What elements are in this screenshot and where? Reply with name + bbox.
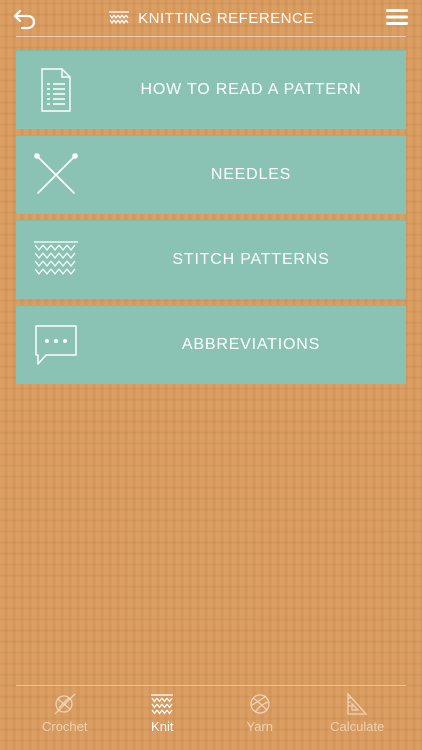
- document-icon: [41, 68, 71, 112]
- back-button[interactable]: [12, 6, 38, 30]
- menu-button[interactable]: [386, 8, 408, 26]
- top-bar: KNITTING REFERENCE: [0, 0, 422, 36]
- tab-yarn[interactable]: Yarn: [211, 686, 309, 746]
- back-arrow-icon: [13, 9, 36, 30]
- page-title-group: KNITTING REFERENCE: [108, 9, 314, 27]
- crochet-icon: [54, 693, 76, 715]
- tab-crochet[interactable]: Crochet: [16, 686, 114, 746]
- menu-item-label: NEEDLES: [210, 165, 292, 183]
- stitch-icon: [34, 241, 78, 275]
- header-divider: [16, 36, 406, 37]
- tab-label: Crochet: [41, 719, 88, 734]
- menu-item-how-to-read-pattern[interactable]: HOW TO READ A PATTERN: [16, 50, 406, 129]
- knit-icon: [109, 11, 130, 25]
- tab-label: Calculate: [330, 719, 385, 734]
- menu-item-needles[interactable]: NEEDLES: [16, 135, 406, 214]
- tab-knit[interactable]: Knit: [114, 686, 212, 746]
- crossed-needles-icon: [34, 153, 78, 194]
- tab-label: Knit: [151, 719, 174, 734]
- yarn-ball-icon: [250, 694, 270, 714]
- page-title: KNITTING REFERENCE: [138, 9, 314, 27]
- menu-item-label: ABBREVIATIONS: [181, 335, 321, 353]
- calculator-icon: [347, 692, 368, 715]
- reference-menu: HOW TO READ A PATTERN NEEDLES STITCH PAT…: [16, 50, 406, 390]
- tab-calculate[interactable]: Calculate: [309, 686, 407, 746]
- menu-item-label: STITCH PATTERNS: [172, 250, 330, 268]
- menu-item-abbreviations[interactable]: ABBREVIATIONS: [16, 305, 406, 384]
- tab-label: Yarn: [246, 719, 274, 734]
- knit-icon: [151, 694, 174, 715]
- menu-item-label: HOW TO READ A PATTERN: [140, 80, 362, 98]
- bottom-tab-bar: Crochet Knit Yarn Calculate: [16, 685, 406, 746]
- speech-bubble-icon: [35, 325, 77, 365]
- menu-item-stitch-patterns[interactable]: STITCH PATTERNS: [16, 220, 406, 299]
- hamburger-menu-icon: [386, 9, 408, 25]
